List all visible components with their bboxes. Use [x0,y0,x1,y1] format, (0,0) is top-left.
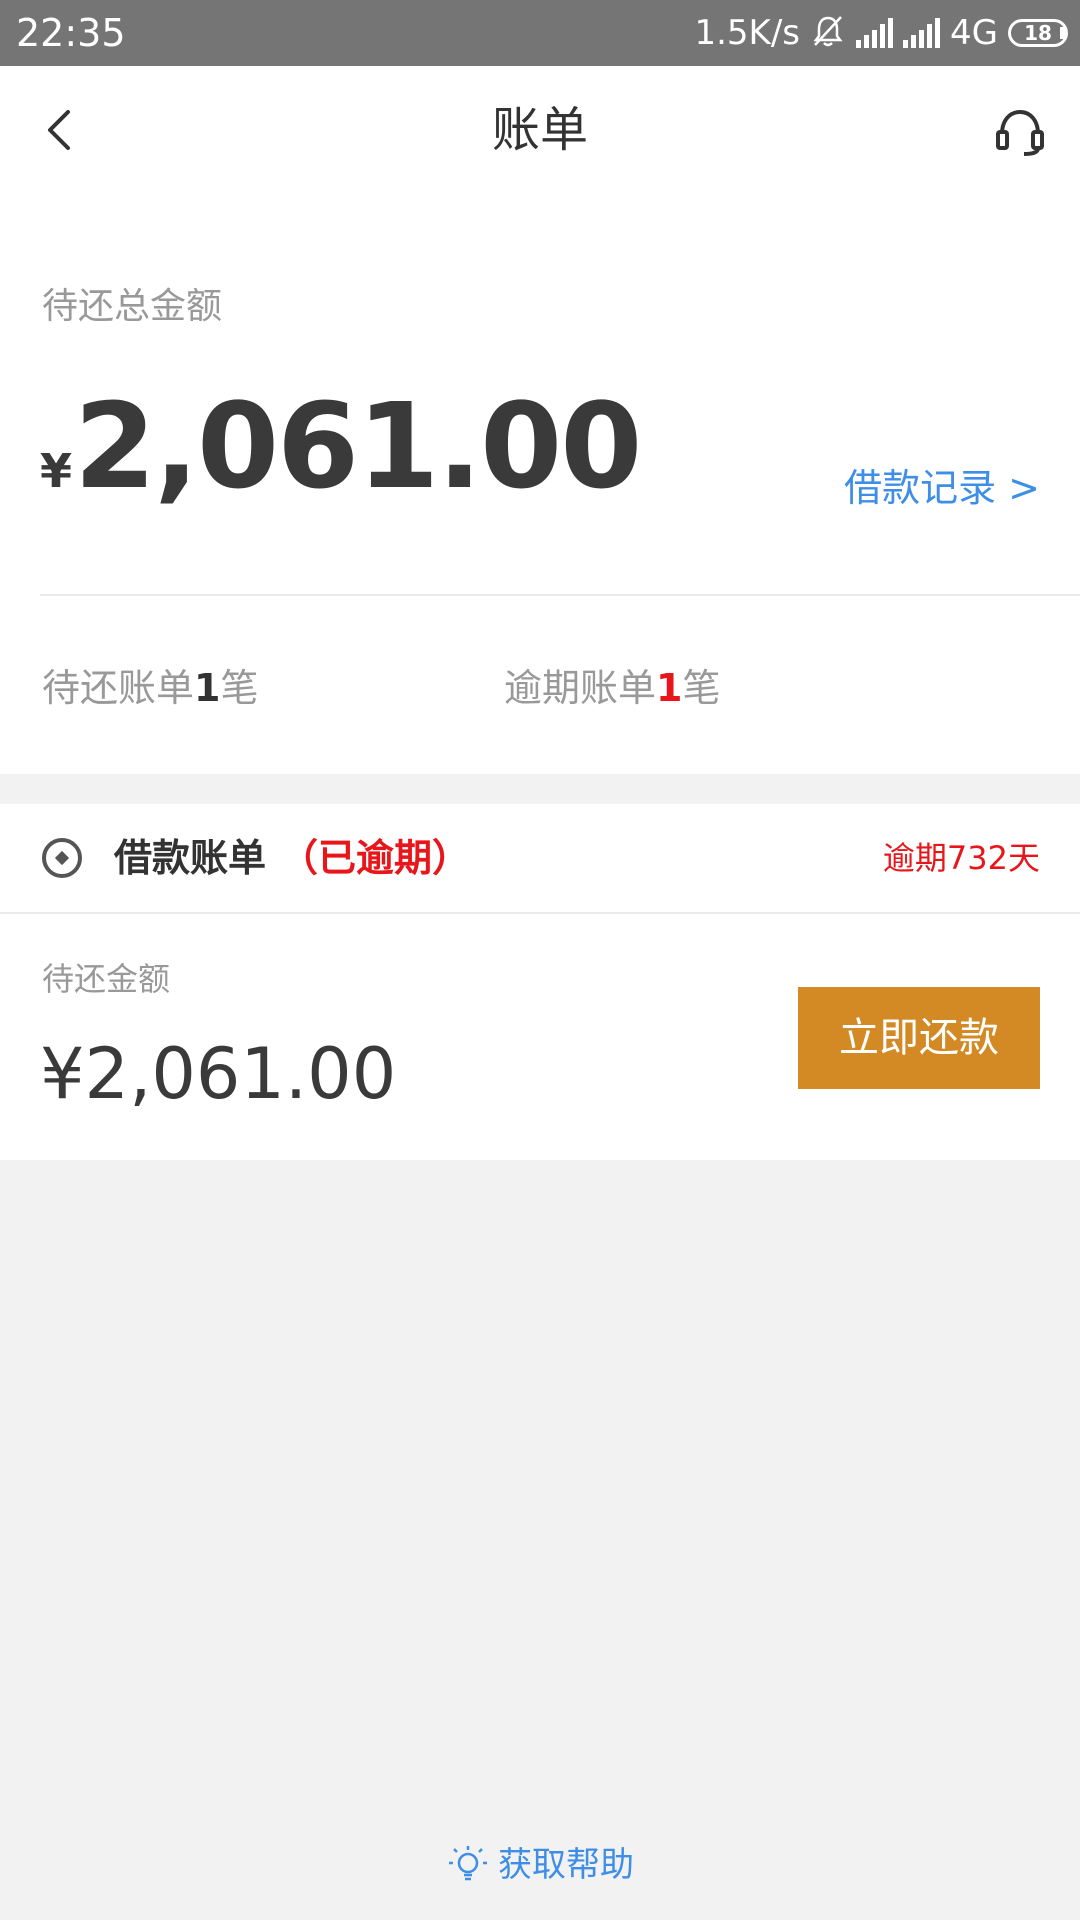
loan-bill-card: 借款账单 （已逾期） 逾期732天 待还金额 ¥2,061.00 立即还款 [0,804,1080,1160]
app-header: 账单 [0,66,1080,194]
get-help-link[interactable]: 获取帮助 [0,1842,1080,1888]
bell-muted-icon [810,13,846,53]
loan-record-link[interactable]: 借款记录 > [844,464,1040,512]
headset-icon [996,109,1044,156]
total-due-value: 2,061.00 [74,377,642,515]
divider [40,594,1080,596]
status-time: 22:35 [16,11,126,55]
page-title: 账单 [491,102,588,158]
network-speed: 1.5K/s [694,13,801,53]
overdue-bills-count: 逾期账单1笔 [504,666,721,710]
battery-icon: 18 [1008,19,1068,47]
amount-due-label: 待还金额 [42,960,171,998]
total-due-amount: ¥ 2,061.00 [40,376,642,516]
pending-number: 1 [194,666,221,710]
bill-title: 借款账单 [114,836,267,880]
pending-bills-count: 待还账单1笔 [42,666,259,710]
customer-service-button[interactable] [988,100,1052,164]
lightbulb-icon [449,1846,487,1881]
summary-card: 待还总金额 ¥ 2,061.00 借款记录 > 待还账单1笔 逾期账单1笔 [0,194,1080,774]
total-due-label: 待还总金额 [42,286,223,327]
signal-icon [856,18,894,48]
status-icons: 1.5K/s 4G 18 [694,10,1068,56]
bill-header: 借款账单 （已逾期） 逾期732天 [0,804,1080,912]
overdue-number: 1 [656,666,683,710]
status-bar: 22:35 1.5K/s 4G 18 [0,0,1080,66]
get-help-label: 获取帮助 [498,1845,634,1885]
coin-icon [42,838,82,878]
battery-level: 18 [1008,19,1068,47]
overdue-days: 逾期732天 [882,839,1040,877]
currency-symbol: ¥ [40,444,73,498]
repay-now-button[interactable]: 立即还款 [798,987,1040,1089]
signal-icon [903,18,941,48]
overdue-status-tag: （已逾期） [280,836,471,880]
network-type: 4G [950,13,998,53]
amount-due-value: ¥2,061.00 [40,1033,397,1115]
divider [0,912,1080,914]
